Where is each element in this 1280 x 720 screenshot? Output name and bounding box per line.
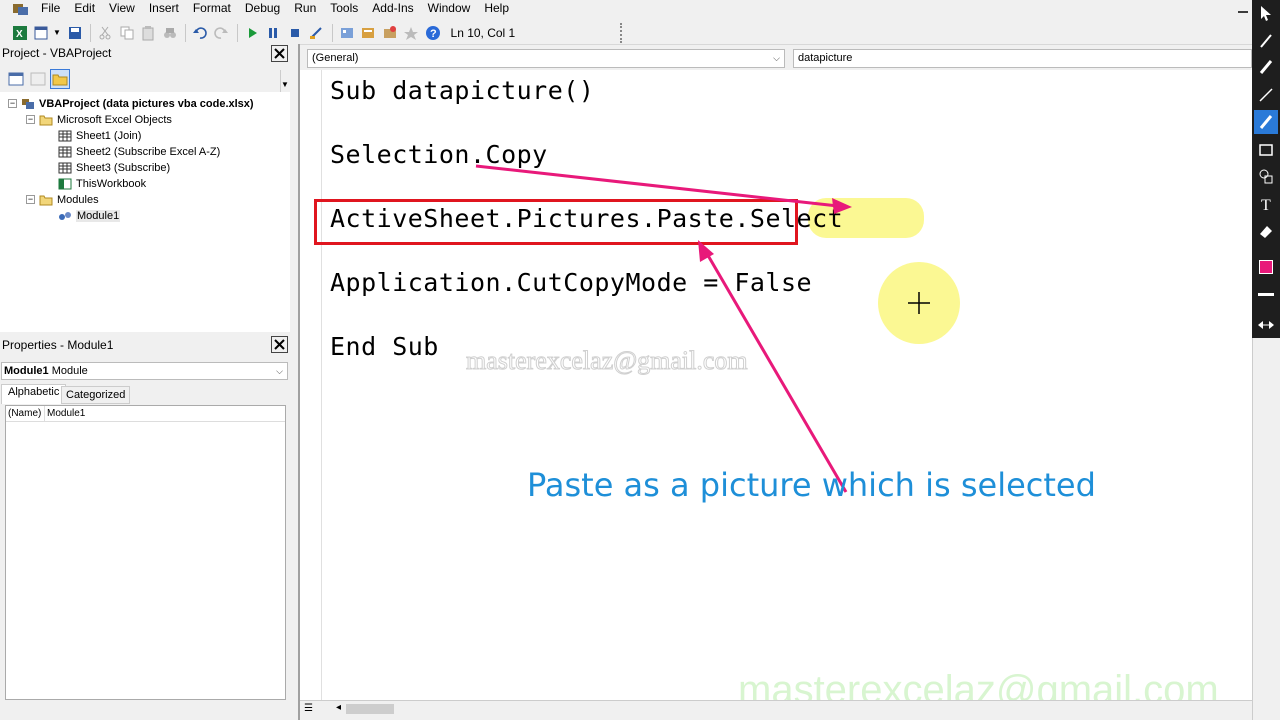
color-swatch[interactable]: [1259, 260, 1273, 274]
scroll-left-arrow[interactable]: ◂: [336, 702, 341, 713]
drawing-toolbar: T: [1252, 0, 1280, 338]
highlighter-tool[interactable]: [1254, 110, 1278, 134]
stroke-width[interactable]: [1258, 293, 1274, 296]
view-toggle-icon[interactable]: ☰: [304, 703, 313, 714]
scroll-thumb[interactable]: [346, 704, 394, 714]
text-tool-icon[interactable]: T: [1258, 195, 1274, 213]
vertical-scrollbar[interactable]: [1252, 338, 1280, 720]
pen-icon[interactable]: [1258, 32, 1274, 50]
rectangle-icon[interactable]: [1258, 142, 1274, 158]
horizontal-scrollbar[interactable]: ☰ ◂: [300, 700, 1252, 716]
line-icon[interactable]: [1258, 86, 1274, 104]
arrow-head-select: [832, 198, 852, 214]
eraser-icon[interactable]: [1258, 222, 1274, 240]
pencil-icon[interactable]: [1258, 58, 1274, 76]
svg-text:T: T: [1261, 197, 1271, 213]
pointer-icon[interactable]: [1258, 4, 1274, 22]
annotation-note: Paste as a picture which is selected: [527, 466, 1096, 504]
watermark-center: masterexcelaz@gmail.com: [466, 346, 749, 376]
highlighter-icon: [1259, 115, 1273, 129]
expand-arrows-icon[interactable]: [1256, 318, 1276, 332]
shapes-icon[interactable]: [1258, 168, 1274, 186]
arrow-to-select: [475, 164, 839, 208]
